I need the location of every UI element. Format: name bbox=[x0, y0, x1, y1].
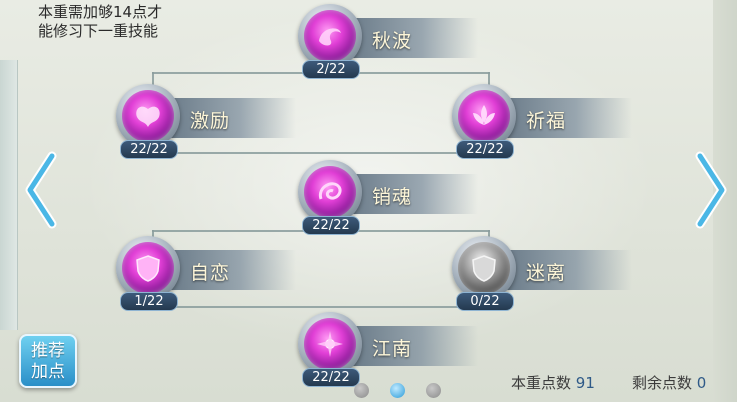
skill-node-zilian[interactable]: 自恋 1/22 bbox=[116, 236, 296, 316]
skill-level-badge: 1/22 bbox=[120, 292, 178, 311]
info-line-2: 能修习下一重技能 bbox=[38, 22, 159, 40]
flower-burst-icon bbox=[304, 318, 356, 370]
chevron-right-icon bbox=[695, 151, 727, 229]
skill-level-badge: 0/22 bbox=[456, 292, 514, 311]
next-page-arrow[interactable] bbox=[692, 150, 730, 230]
recommend-points-button[interactable]: 推荐 加点 bbox=[19, 334, 77, 388]
skill-level-badge: 22/22 bbox=[120, 140, 178, 159]
skill-level-badge: 22/22 bbox=[302, 216, 360, 235]
skill-name: 秋波 bbox=[372, 30, 413, 52]
skill-icon-frame bbox=[116, 84, 180, 148]
remaining-points-label: 剩余点数 bbox=[632, 374, 693, 392]
skill-name: 江南 bbox=[372, 338, 413, 360]
skill-node-xiaohun[interactable]: 销魂 22/22 bbox=[298, 160, 478, 240]
shield-icon bbox=[458, 242, 510, 294]
page-dot-active[interactable] bbox=[390, 383, 405, 398]
skill-icon-frame bbox=[298, 312, 362, 376]
skill-name: 迷离 bbox=[526, 262, 567, 284]
recommend-label-line-1: 推荐 bbox=[31, 341, 65, 361]
skill-node-jili[interactable]: 激励 22/22 bbox=[116, 84, 296, 164]
current-tier-points: 本重点数 91 bbox=[511, 372, 595, 393]
side-panel bbox=[0, 60, 18, 330]
shield-icon bbox=[122, 242, 174, 294]
skill-level-badge: 22/22 bbox=[302, 368, 360, 387]
skill-name: 销魂 bbox=[372, 186, 413, 208]
skill-icon-frame bbox=[298, 4, 362, 68]
skill-name: 激励 bbox=[190, 110, 231, 132]
recommend-label-line-2: 加点 bbox=[31, 362, 65, 382]
skill-level-badge: 2/22 bbox=[302, 60, 360, 79]
skill-name: 祈福 bbox=[526, 110, 567, 132]
current-points-value: 91 bbox=[575, 374, 595, 392]
skill-node-qiubo[interactable]: 秋波 2/22 bbox=[298, 4, 478, 84]
skill-icon-frame bbox=[298, 160, 362, 224]
remaining-points: 剩余点数 0 bbox=[632, 372, 706, 393]
skill-level-badge: 22/22 bbox=[456, 140, 514, 159]
swirl-icon bbox=[304, 166, 356, 218]
lotus-icon bbox=[458, 90, 510, 142]
chevron-left-icon bbox=[25, 151, 57, 229]
page-indicator bbox=[354, 380, 444, 400]
unlock-requirement-text: 本重需加够14点才 能修习下一重技能 bbox=[38, 3, 228, 41]
skill-icon-frame bbox=[116, 236, 180, 300]
remaining-points-value: 0 bbox=[696, 374, 707, 392]
page-dot[interactable] bbox=[426, 383, 441, 398]
skill-icon-frame bbox=[452, 84, 516, 148]
swirl-flower-icon bbox=[304, 10, 356, 62]
page-dot[interactable] bbox=[354, 383, 369, 398]
current-points-label: 本重点数 bbox=[511, 374, 572, 392]
skill-name: 自恋 bbox=[190, 262, 231, 284]
wings-icon bbox=[122, 90, 174, 142]
info-line-1: 本重需加够14点才 bbox=[38, 3, 163, 21]
skill-node-qifu[interactable]: 祈福 22/22 bbox=[452, 84, 632, 164]
skill-node-mili[interactable]: 迷离 0/22 bbox=[452, 236, 632, 316]
previous-page-arrow[interactable] bbox=[22, 150, 60, 230]
skill-icon-frame bbox=[452, 236, 516, 300]
